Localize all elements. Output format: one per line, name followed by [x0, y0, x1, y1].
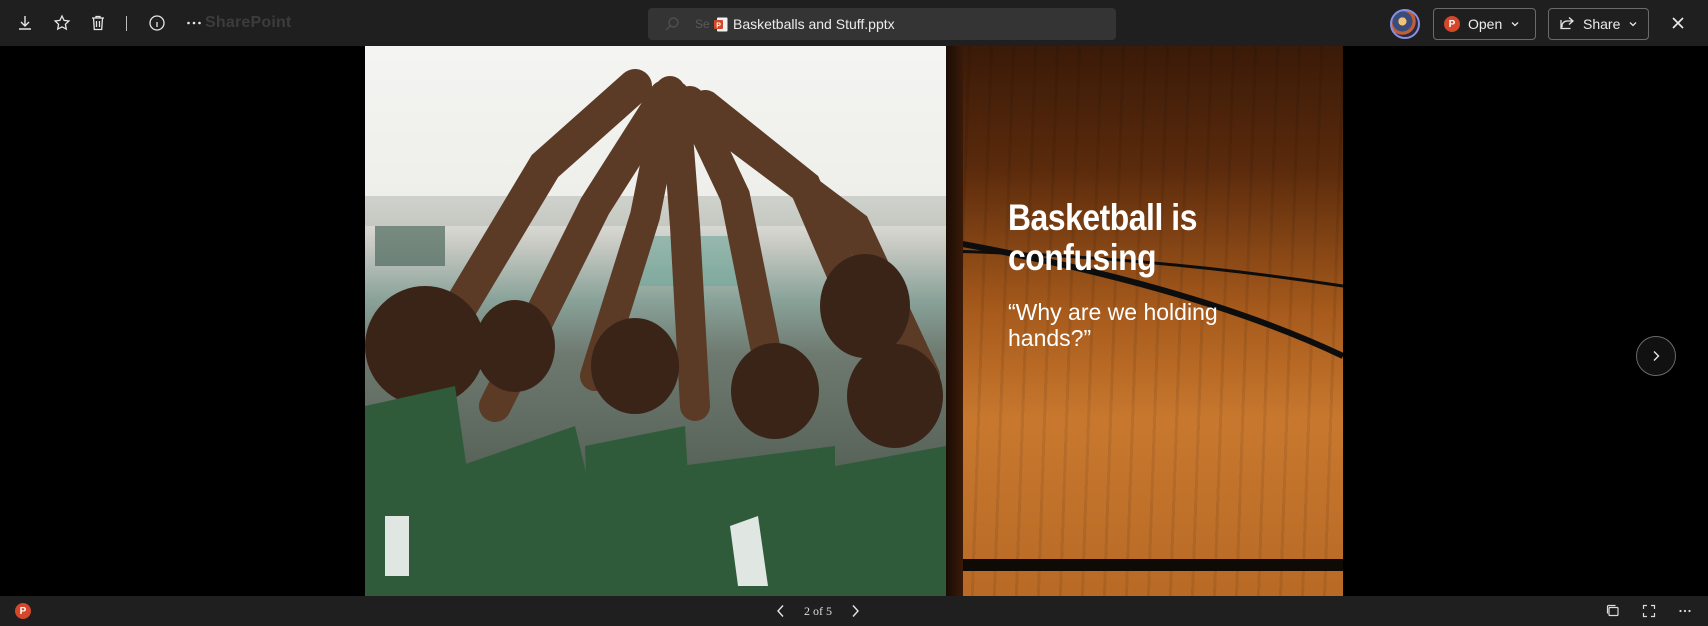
user-avatar[interactable]	[1390, 9, 1420, 39]
open-button[interactable]: P Open	[1433, 8, 1536, 40]
slide-quote: “Why are we holding hands?”	[1008, 299, 1218, 351]
search-ghost-text: Se	[695, 17, 710, 31]
file-name: Basketballs and Stuff.pptx	[733, 16, 895, 32]
chevron-down-icon	[1628, 16, 1638, 32]
sharepoint-ghost-label: SharePoint	[205, 14, 292, 31]
share-button[interactable]: Share	[1548, 8, 1649, 40]
more-icon[interactable]	[181, 10, 207, 36]
slide-panel-edge	[946, 46, 963, 596]
viewer-toolbar: SharePoint Se P Basketballs and Stuff.pp…	[0, 0, 1708, 46]
info-icon[interactable]	[144, 10, 170, 36]
search-icon	[664, 16, 680, 37]
share-button-label: Share	[1583, 16, 1621, 32]
previous-page-button[interactable]	[771, 602, 791, 620]
download-icon[interactable]	[12, 10, 38, 36]
chevron-left-icon	[777, 605, 784, 617]
powerpoint-icon: P	[1444, 16, 1460, 32]
presentation-footer: P 2 of 5	[0, 596, 1708, 626]
search-bar[interactable]: Se P Basketballs and Stuff.pptx	[648, 8, 1116, 40]
star-icon[interactable]	[49, 10, 75, 36]
copy-icon[interactable]	[1604, 603, 1622, 619]
chevron-right-icon	[852, 605, 859, 617]
pptx-file-icon: P	[714, 17, 728, 32]
chevron-down-icon	[1510, 16, 1520, 32]
delete-icon[interactable]	[85, 10, 111, 36]
toolbar-divider	[126, 16, 127, 31]
slide-canvas: Basketball is confusing “Why are we hold…	[365, 46, 1343, 596]
svg-text:P: P	[716, 22, 721, 29]
more-options-icon[interactable]	[1676, 603, 1694, 619]
slide-stage: Basketball is confusing “Why are we hold…	[0, 46, 1708, 596]
share-icon	[1559, 15, 1575, 34]
fullscreen-icon[interactable]	[1640, 603, 1658, 619]
page-indicator: 2 of 5	[804, 604, 832, 618]
open-button-label: Open	[1468, 16, 1503, 32]
powerpoint-app-icon: P	[15, 603, 31, 619]
team-huddle-photo	[365, 46, 946, 596]
next-slide-button[interactable]	[1636, 336, 1676, 376]
slide-title: Basketball is confusing	[1008, 197, 1197, 278]
next-page-button[interactable]	[845, 602, 865, 620]
chevron-right-icon	[1653, 351, 1660, 361]
close-icon[interactable]	[1665, 10, 1691, 36]
huddle-illustration	[365, 69, 946, 596]
